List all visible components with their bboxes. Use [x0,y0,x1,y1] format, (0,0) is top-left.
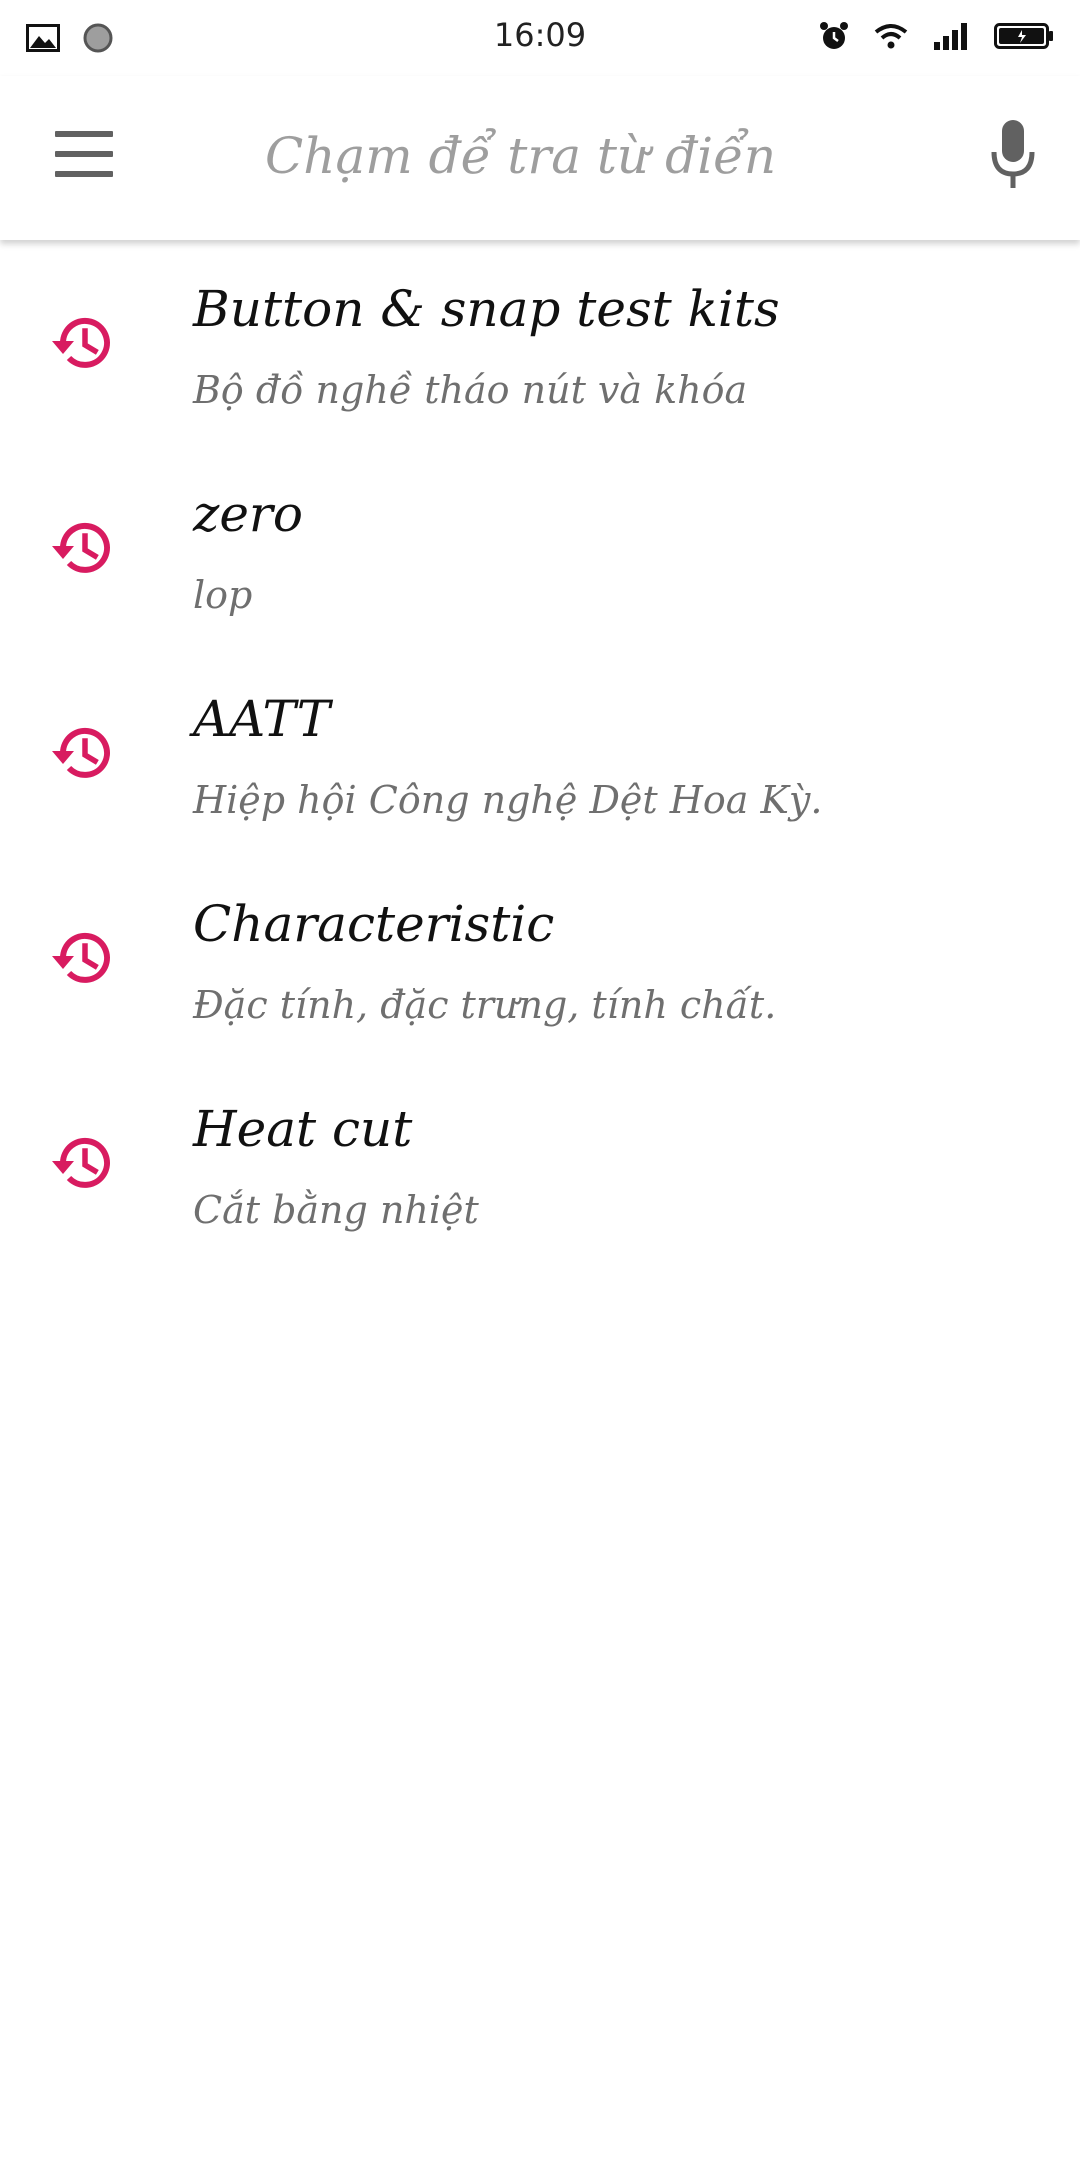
history-word: AATT [193,690,331,748]
history-item[interactable]: Characteristic Đặc tính, đặc trưng, tính… [0,855,1080,1060]
history-item[interactable]: Heat cut Cắt bằng nhiệt [0,1060,1080,1265]
microphone-icon[interactable] [990,120,1036,190]
history-meaning: Bộ đồ nghề tháo nút và khóa [193,368,748,412]
history-item[interactable]: zero lop [0,445,1080,650]
history-icon [50,720,116,786]
history-item[interactable]: AATT Hiệp hội Công nghệ Dệt Hoa Kỳ. [0,650,1080,855]
history-word: Characteristic [193,895,555,953]
search-input[interactable] [265,118,905,194]
history-icon [50,310,116,376]
history-icon [50,515,116,581]
history-word: zero [193,485,303,543]
search-toolbar [0,76,1080,240]
history-meaning: Đặc tính, đặc trưng, tính chất. [193,983,777,1027]
battery-icon [994,22,1054,54]
wifi-icon [874,22,908,54]
history-icon [50,1130,116,1196]
history-item[interactable]: Button & snap test kits Bộ đồ nghề tháo … [0,240,1080,445]
history-icon [50,925,116,991]
status-right-icons [818,20,1054,56]
history-list: Button & snap test kits Bộ đồ nghề tháo … [0,240,1080,1265]
signal-icon [932,22,970,54]
history-meaning: Cắt bằng nhiệt [193,1188,479,1232]
history-meaning: Hiệp hội Công nghệ Dệt Hoa Kỳ. [193,778,823,822]
status-bar: 16:09 [0,0,1080,76]
history-word: Heat cut [193,1100,413,1158]
history-word: Button & snap test kits [193,280,780,338]
menu-icon[interactable] [55,131,113,177]
alarm-icon [818,20,850,56]
history-meaning: lop [193,573,253,617]
